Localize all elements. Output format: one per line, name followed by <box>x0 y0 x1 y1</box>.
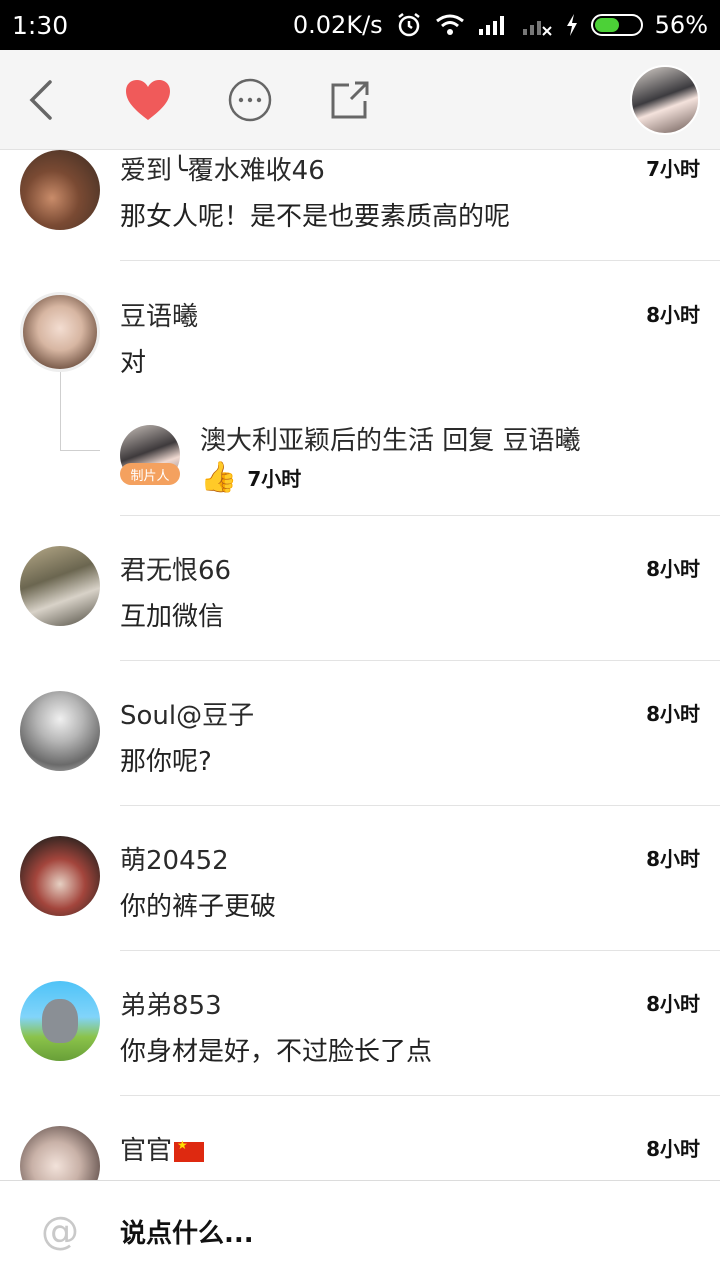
author-avatar[interactable] <box>630 65 700 135</box>
comment-time: 8小时 <box>646 992 700 1016</box>
reply-text[interactable]: 澳大利亚颖后的生活 回复 豆语曦 <box>200 420 581 457</box>
china-flag-icon <box>174 1138 205 1162</box>
divider <box>120 1095 720 1096</box>
divider <box>120 660 720 661</box>
chevron-left-icon <box>29 80 52 120</box>
comment-time: 8小时 <box>646 303 700 327</box>
comment-input-bar[interactable]: @ 说点什么... <box>0 1180 720 1280</box>
comment-time: 8小时 <box>646 702 700 726</box>
battery-percent: 56% <box>654 11 708 39</box>
commenter-avatar[interactable] <box>20 292 100 372</box>
comment-list: 爱到╰覆水难收46 7小时 那女人呢！是不是也要素质高的呢 豆语曦 8小时 对 … <box>0 150 720 1180</box>
signal-icon <box>477 13 509 37</box>
commenter-avatar[interactable] <box>20 1126 100 1180</box>
share-icon <box>331 81 369 119</box>
like-button[interactable] <box>120 72 176 128</box>
commenter-avatar[interactable] <box>20 981 100 1061</box>
commenter-name[interactable]: Soul@豆子 <box>120 695 254 732</box>
comment-text[interactable]: 互加微信 <box>120 596 224 633</box>
comment-time: 8小时 <box>646 1137 700 1161</box>
charging-icon <box>565 13 579 37</box>
divider <box>120 805 720 806</box>
reply-time: 7小时 <box>247 467 302 491</box>
alarm-icon <box>395 11 423 39</box>
share-button[interactable] <box>322 72 378 128</box>
commenter-name[interactable]: 爱到╰覆水难收46 <box>120 150 325 187</box>
reply-connector <box>60 450 100 451</box>
comment-time: 8小时 <box>646 847 700 871</box>
comment-input[interactable]: 说点什么... <box>120 1213 254 1250</box>
commenter-avatar[interactable] <box>20 546 100 626</box>
commenter-name[interactable]: 官官 <box>120 1136 172 1166</box>
comment-time: 7小时 <box>646 157 700 181</box>
divider <box>120 950 720 951</box>
commenter-avatar[interactable] <box>20 836 100 916</box>
wolf-illustration <box>42 999 78 1043</box>
more-icon <box>228 78 272 122</box>
back-button[interactable] <box>14 72 70 128</box>
comment-text[interactable]: 那女人呢！是不是也要素质高的呢 <box>120 196 510 233</box>
more-button[interactable] <box>222 72 278 128</box>
comment-time: 8小时 <box>646 557 700 581</box>
signal-no-sim-icon <box>521 13 553 37</box>
battery-level <box>594 18 620 32</box>
comment-text[interactable]: 对 <box>120 342 146 379</box>
divider <box>120 260 720 261</box>
top-toolbar <box>0 50 720 150</box>
divider <box>120 515 720 516</box>
thumbs-up-icon[interactable]: 👍 <box>200 460 237 495</box>
reply-connector <box>60 372 61 450</box>
commenter-name-row[interactable]: 官官 <box>120 1130 205 1167</box>
comment-text[interactable]: 那你呢? <box>120 741 212 778</box>
status-bar: 1:30 0.02K/s 56% <box>0 0 720 50</box>
at-mention-icon[interactable]: @ <box>40 1209 80 1253</box>
commenter-name[interactable]: 君无恨66 <box>120 550 231 587</box>
comment-text[interactable]: 你身材是好，不过脸长了点 <box>120 1031 432 1068</box>
reply-meta: 👍 7小时 <box>200 460 301 495</box>
producer-badge: 制片人 <box>120 463 180 485</box>
network-speed: 0.02K/s <box>292 11 383 39</box>
wifi-icon <box>435 13 465 37</box>
commenter-name[interactable]: 弟弟853 <box>120 985 222 1022</box>
commenter-name[interactable]: 豆语曦 <box>120 296 198 333</box>
commenter-name[interactable]: 萌20452 <box>120 840 229 877</box>
battery-icon <box>590 14 643 36</box>
status-time: 1:30 <box>12 10 69 40</box>
comment-text[interactable]: 你的裤子更破 <box>120 886 276 923</box>
status-indicators: 0.02K/s 56% <box>293 11 708 39</box>
heart-icon <box>126 80 170 120</box>
commenter-avatar[interactable] <box>20 150 100 230</box>
commenter-avatar[interactable] <box>20 691 100 771</box>
